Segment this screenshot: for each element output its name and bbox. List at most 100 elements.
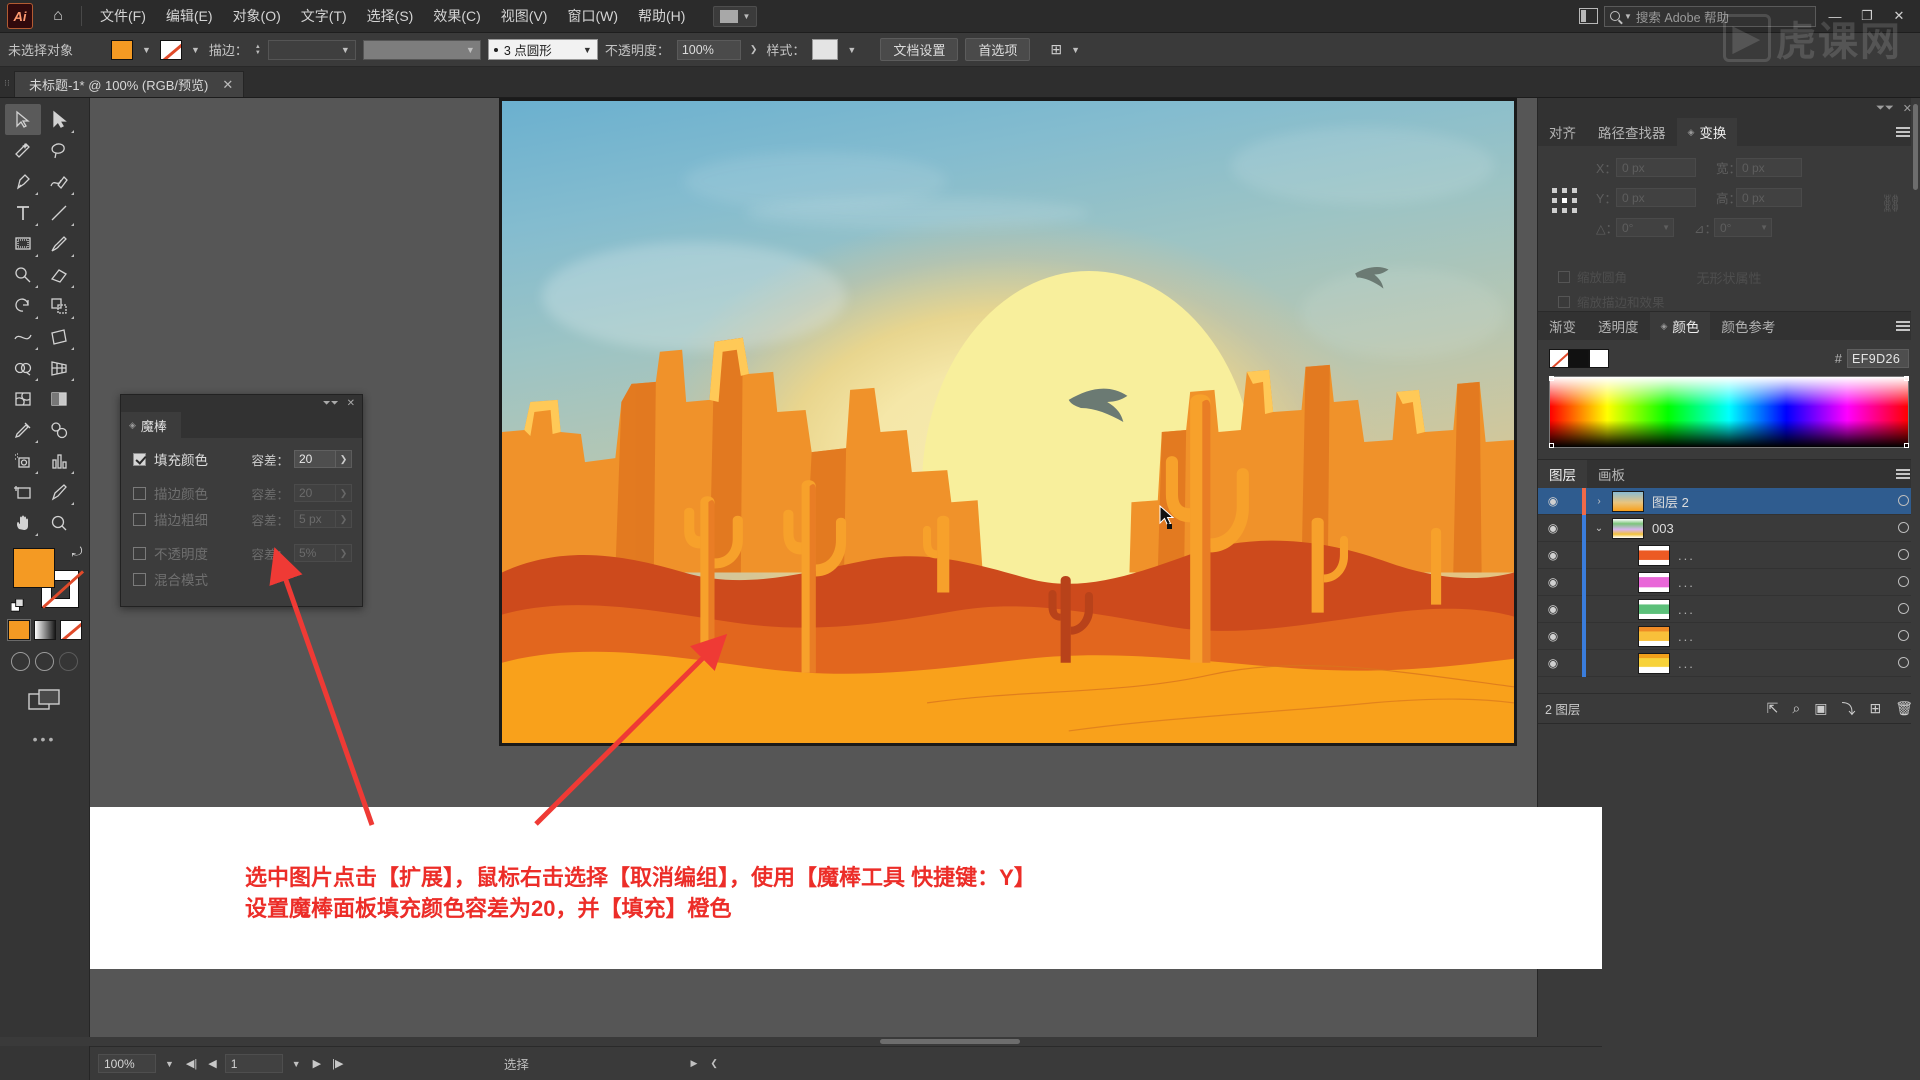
visibility-toggle-icon[interactable]: ◉ bbox=[1538, 548, 1568, 562]
tab-layers[interactable]: 图层 bbox=[1538, 460, 1587, 488]
stroke-color-swatch[interactable] bbox=[159, 39, 182, 60]
curvature-tool[interactable] bbox=[41, 166, 77, 197]
line-segment-tool[interactable] bbox=[41, 197, 77, 228]
menu-help[interactable]: 帮助(H) bbox=[628, 1, 695, 31]
tab-pathfinder[interactable]: 路径查找器 bbox=[1587, 118, 1677, 146]
tab-color-guide[interactable]: 颜色参考 bbox=[1710, 312, 1786, 340]
wand-row-stroke-color[interactable]: 描边颜色 容差： 20 ❯ bbox=[133, 480, 352, 506]
create-sublayer-icon[interactable]: ⤵ bbox=[1841, 699, 1855, 719]
stroke-profile-dropdown[interactable]: ▼ bbox=[362, 39, 481, 60]
height-input[interactable]: 0 px bbox=[1736, 188, 1802, 207]
brush-definition-dropdown[interactable]: 3 点圆形 ▼ bbox=[487, 39, 598, 60]
table-row[interactable]: ◉ ... bbox=[1538, 541, 1920, 569]
magic-wand-tool[interactable] bbox=[5, 135, 41, 166]
fill-swatch-large[interactable] bbox=[12, 548, 55, 588]
tab-magic-wand[interactable]: ◈ 魔棒 bbox=[121, 412, 181, 438]
visibility-toggle-icon[interactable]: ◉ bbox=[1538, 629, 1568, 643]
scale-strokes-checkbox[interactable] bbox=[1558, 295, 1570, 308]
column-graph-tool[interactable] bbox=[41, 445, 77, 476]
chevron-down-icon[interactable]: ▼ bbox=[1069, 45, 1082, 55]
document-setup-button[interactable]: 文档设置 bbox=[880, 38, 959, 61]
wand-row-fill-color[interactable]: 填充颜色 容差： 20 ❯ bbox=[133, 446, 352, 472]
eraser-tool[interactable] bbox=[41, 259, 77, 290]
magic-wand-panel-titlebar[interactable]: ⏷⏷ ✕ bbox=[121, 395, 362, 412]
draw-normal-icon[interactable] bbox=[11, 652, 30, 671]
transform-panel-titlebar[interactable]: ⏷⏷ ✕ bbox=[1538, 98, 1920, 118]
hex-input[interactable]: EF9D26 bbox=[1847, 349, 1909, 368]
color-mode-gradient-button[interactable] bbox=[33, 620, 56, 640]
stroke-weight-tolerance-stepper[interactable]: ❯ bbox=[336, 510, 352, 528]
blending-mode-checkbox[interactable] bbox=[133, 572, 146, 586]
width-input[interactable]: 0 px bbox=[1736, 158, 1802, 177]
fill-color-checkbox[interactable] bbox=[133, 452, 146, 466]
opacity-checkbox[interactable] bbox=[133, 546, 146, 560]
table-row[interactable]: ◉ › 图层 2 bbox=[1538, 487, 1920, 515]
wand-row-opacity[interactable]: 不透明度 容差： 5% ❯ bbox=[133, 540, 352, 566]
tab-gradient[interactable]: 渐变 bbox=[1538, 312, 1587, 340]
constrain-proportions-icon[interactable]: ⛓ bbox=[1880, 194, 1902, 214]
draw-behind-icon[interactable] bbox=[35, 652, 54, 671]
artboard-number-input[interactable]: 1 bbox=[224, 1054, 283, 1073]
wand-row-stroke-weight[interactable]: 描边粗细 容差： 5 px ❯ bbox=[133, 506, 352, 532]
collapse-icon[interactable]: ⏷⏷ bbox=[1876, 102, 1894, 115]
menu-effect[interactable]: 效果(C) bbox=[423, 1, 490, 31]
stroke-weight-checkbox[interactable] bbox=[133, 512, 146, 526]
document-tab[interactable]: 未标题-1* @ 100% (RGB/预览) ✕ bbox=[14, 71, 245, 97]
default-fill-stroke-icon[interactable] bbox=[10, 598, 26, 614]
table-row[interactable]: ◉ ... bbox=[1538, 568, 1920, 596]
stroke-weight-stepper[interactable]: ▲ ▼ bbox=[255, 44, 261, 56]
table-row[interactable]: ◉ ... bbox=[1538, 595, 1920, 623]
scale-tool[interactable] bbox=[41, 290, 77, 321]
color-mode-none-button[interactable] bbox=[59, 620, 82, 640]
menu-file[interactable]: 文件(F) bbox=[90, 1, 156, 31]
chevron-down-icon[interactable]: ▼ bbox=[288, 1059, 305, 1069]
opacity-tolerance-stepper[interactable]: ❯ bbox=[336, 544, 352, 562]
layer-name[interactable]: ... bbox=[1678, 575, 1886, 590]
opacity-options-icon[interactable]: ❯ bbox=[748, 44, 760, 55]
fill-color-swatch[interactable] bbox=[111, 39, 134, 60]
x-input[interactable]: 0 px bbox=[1616, 158, 1696, 177]
chevron-down-icon[interactable]: ▼ bbox=[140, 45, 153, 55]
fill-tolerance-input[interactable]: 20 bbox=[294, 450, 336, 468]
visibility-toggle-icon[interactable]: ◉ bbox=[1538, 602, 1568, 616]
y-input[interactable]: 0 px bbox=[1616, 188, 1696, 207]
stroke-tolerance-input[interactable]: 20 bbox=[294, 484, 336, 502]
stroke-weight-tolerance-input[interactable]: 5 px bbox=[294, 510, 336, 528]
home-icon[interactable]: ⌂ bbox=[43, 7, 73, 25]
shaper-tool[interactable] bbox=[5, 259, 41, 290]
visibility-toggle-icon[interactable]: ◉ bbox=[1538, 575, 1568, 589]
symbol-sprayer-tool[interactable] bbox=[5, 445, 41, 476]
mesh-tool[interactable] bbox=[5, 383, 41, 414]
color-white-swatch[interactable] bbox=[1589, 349, 1609, 368]
magic-wand-panel[interactable]: ⏷⏷ ✕ ◈ 魔棒 填充颜色 容差： 20 ❯ 描边颜色 容差： 20 ❯ 描边… bbox=[120, 394, 363, 607]
wand-row-blending-mode[interactable]: 混合模式 bbox=[133, 566, 352, 592]
pen-tool[interactable] bbox=[5, 166, 41, 197]
artboard[interactable] bbox=[499, 98, 1517, 746]
visibility-toggle-icon[interactable]: ◉ bbox=[1538, 494, 1568, 508]
disclosure-triangle-icon[interactable]: ⌄ bbox=[1586, 523, 1612, 534]
tab-artboards[interactable]: 画板 bbox=[1587, 460, 1636, 488]
free-transform-tool[interactable] bbox=[41, 321, 77, 352]
direct-selection-tool[interactable] bbox=[41, 104, 77, 135]
width-tool[interactable] bbox=[5, 321, 41, 352]
stroke-color-checkbox[interactable] bbox=[133, 486, 146, 500]
color-none-swatch[interactable] bbox=[1549, 349, 1569, 368]
lasso-tool[interactable] bbox=[41, 135, 77, 166]
status-menu-icon[interactable]: ▶ bbox=[686, 1058, 701, 1069]
gradient-tool[interactable] bbox=[41, 383, 77, 414]
color-spectrum[interactable] bbox=[1549, 376, 1909, 448]
opacity-input[interactable]: 100% bbox=[676, 39, 741, 60]
screen-mode-button[interactable] bbox=[0, 687, 89, 713]
hand-tool[interactable] bbox=[5, 507, 41, 538]
stroke-tolerance-stepper[interactable]: ❯ bbox=[336, 484, 352, 502]
rotate-input[interactable]: 0° ▼ bbox=[1616, 218, 1674, 237]
menu-type[interactable]: 文字(T) bbox=[291, 1, 357, 31]
make-clipping-mask-icon[interactable]: ▣ bbox=[1814, 700, 1827, 717]
disclosure-triangle-icon[interactable]: › bbox=[1586, 496, 1612, 507]
close-icon[interactable]: ✕ bbox=[222, 77, 233, 93]
tab-color[interactable]: ◈ 颜色 bbox=[1649, 312, 1711, 340]
horizontal-scrollbar[interactable] bbox=[0, 1037, 1911, 1046]
artboard-tool[interactable] bbox=[5, 476, 41, 507]
tab-align[interactable]: 对齐 bbox=[1538, 118, 1587, 146]
menu-select[interactable]: 选择(S) bbox=[357, 1, 424, 31]
